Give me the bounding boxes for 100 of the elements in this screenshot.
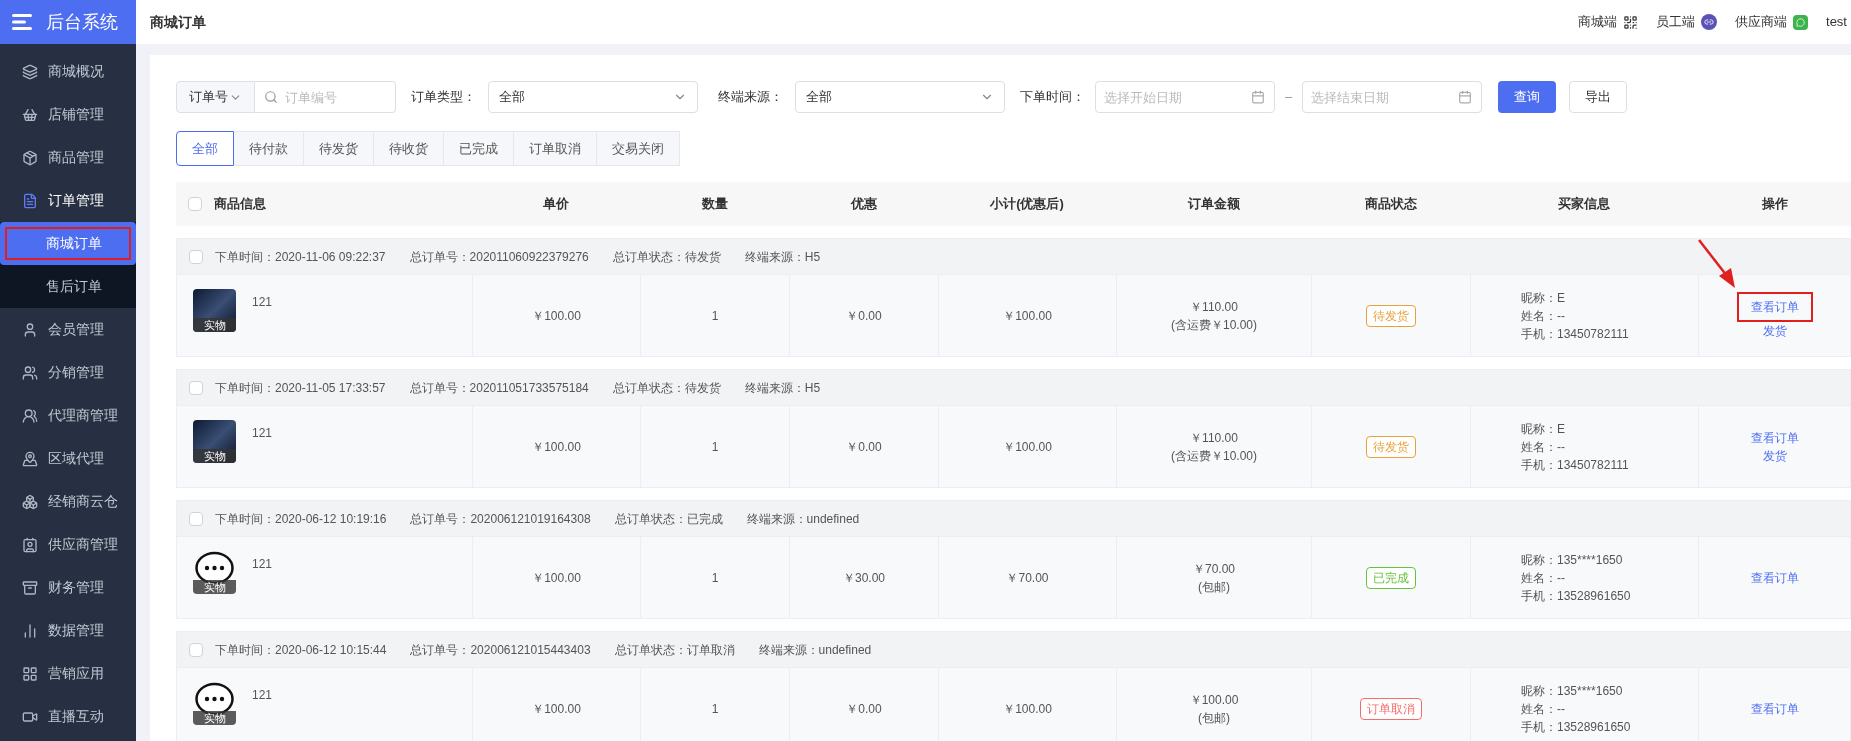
qr-code-icon: [1623, 14, 1639, 30]
discount: ￥0.00: [846, 438, 882, 456]
subtotal: ￥100.00: [1003, 307, 1052, 325]
order-meta: 下单时间：2020-11-05 17:33:57: [215, 379, 386, 397]
status-tag: 待发货: [1366, 304, 1416, 327]
shipping-note: (含运费￥10.00): [1171, 316, 1257, 334]
action-link[interactable]: 发货: [1762, 446, 1787, 465]
sidebar-item[interactable]: 订单管理: [0, 179, 136, 222]
buyer-info: 昵称：135****1650: [1521, 551, 1624, 569]
status-tab[interactable]: 全部: [176, 131, 234, 166]
status-tab[interactable]: 订单取消: [514, 131, 597, 166]
status-tab[interactable]: 已完成: [444, 131, 514, 166]
export-button[interactable]: 导出: [1569, 81, 1628, 113]
column-header: 买家信息: [1557, 195, 1611, 214]
status-tab[interactable]: 待收货: [374, 131, 444, 166]
order-meta: 终端来源：H5: [744, 248, 821, 266]
buyer-info: 昵称：135****1650: [1521, 682, 1624, 700]
product-type-badge: 实物: [193, 580, 236, 594]
start-date-field[interactable]: 选择开始日期: [1095, 81, 1275, 113]
checkbox[interactable]: [189, 380, 203, 395]
dropdown[interactable]: 全部: [795, 81, 1005, 113]
unit-price: ￥100.00: [532, 569, 581, 587]
sidebar-item[interactable]: 商品管理: [0, 136, 136, 179]
order-meta: 下单时间：2020-06-12 10:19:16: [215, 510, 387, 528]
quantity: 1: [711, 569, 719, 587]
user-name[interactable]: test: [1826, 12, 1851, 32]
checkbox[interactable]: [189, 249, 203, 264]
chat-icon: [1793, 14, 1809, 30]
filter-label: 下单时间：: [1020, 88, 1085, 107]
sidebar-item[interactable]: 区域代理: [0, 437, 136, 480]
sidebar-item[interactable]: 供应商管理: [0, 523, 136, 566]
order-meta: 下单时间：2020-06-12 10:15:44: [215, 641, 387, 659]
action-link[interactable]: 发货: [1762, 321, 1787, 340]
order-meta: 下单时间：2020-11-06 09:22:37: [215, 248, 386, 266]
sidebar-item[interactable]: 数据管理: [0, 609, 136, 652]
filter-label: 终端来源：: [718, 88, 783, 107]
boxes-icon: [22, 493, 38, 510]
sidebar-item[interactable]: 财务管理: [0, 566, 136, 609]
product-name: 121: [252, 294, 273, 311]
status-tab[interactable]: 待付款: [234, 131, 304, 166]
submenu-item[interactable]: 商城订单: [0, 222, 136, 265]
action-link[interactable]: 查看订单: [1750, 428, 1799, 447]
grid-icon: [22, 665, 38, 682]
layers-icon: [22, 63, 38, 80]
buyer-info: 姓名：--: [1521, 438, 1566, 456]
order-meta: 终端来源：H5: [744, 379, 821, 397]
sidebar-item[interactable]: 会员管理: [0, 308, 136, 351]
header-link[interactable]: 供应商端: [1735, 12, 1788, 32]
sidebar-item[interactable]: 分销管理: [0, 351, 136, 394]
page-title: 商城订单: [150, 12, 206, 32]
order-meta: 总订单状态：待发货: [612, 379, 721, 397]
order-meta: 总订单状态：订单取消: [614, 641, 735, 659]
sidebar-item[interactable]: 直播互动: [0, 695, 136, 738]
sidebar-item[interactable]: 营销应用: [0, 652, 136, 695]
order-total: ￥110.00: [1190, 298, 1238, 316]
end-date-field[interactable]: 选择结束日期: [1302, 81, 1483, 113]
sidebar-item[interactable]: 代理商管理: [0, 394, 136, 437]
filter-label: 订单类型：: [411, 88, 476, 107]
column-header: 单价: [542, 195, 570, 214]
checkbox[interactable]: [189, 511, 203, 526]
user-icon: [22, 321, 38, 338]
sidebar-item[interactable]: 商城概况: [0, 50, 136, 93]
link-icon: [1701, 14, 1718, 30]
sidebar-item[interactable]: 经销商云仓: [0, 480, 136, 523]
quantity: 1: [711, 438, 719, 456]
order-meta: 终端来源：undefined: [746, 510, 860, 528]
users-icon: [22, 364, 38, 381]
buyer-info: 姓名：--: [1521, 307, 1566, 325]
discount: ￥0.00: [846, 700, 882, 718]
product-name: 121: [252, 556, 273, 573]
contact-icon: [22, 536, 38, 553]
search-field[interactable]: 订单编号: [255, 81, 396, 113]
status-tab[interactable]: 交易关闭: [597, 131, 680, 166]
order-meta: 总订单号：202011051733575184: [409, 379, 589, 397]
shipping-note: (包邮): [1198, 578, 1230, 596]
status-tab[interactable]: 待发货: [304, 131, 374, 166]
header-link[interactable]: 员工端: [1656, 12, 1696, 32]
archive-icon: [22, 579, 38, 596]
order-meta: 终端来源：undefined: [758, 641, 872, 659]
checkbox[interactable]: [189, 642, 203, 657]
shipping-note: (含运费￥10.00): [1171, 447, 1257, 465]
checkbox[interactable]: [188, 197, 202, 211]
submenu-item[interactable]: 售后订单: [0, 265, 136, 308]
search-type-dropdown[interactable]: 订单号: [176, 81, 255, 113]
product-name: 121: [252, 425, 273, 442]
column-header: 操作: [1760, 195, 1789, 214]
sidebar-item[interactable]: 店铺管理: [0, 93, 136, 136]
column-header: 小计(优惠后): [989, 195, 1065, 214]
dropdown[interactable]: 全部: [488, 81, 698, 113]
status-tag: 订单取消: [1360, 697, 1422, 720]
box-icon: [22, 149, 38, 166]
column-header: 优惠: [849, 195, 878, 214]
action-link[interactable]: 查看订单: [1750, 568, 1799, 587]
query-button[interactable]: 查询: [1498, 81, 1557, 113]
action-link[interactable]: 查看订单: [1750, 699, 1799, 718]
header-link[interactable]: 商城端: [1578, 12, 1618, 32]
calendar-icon: [1458, 90, 1473, 104]
action-link[interactable]: 查看订单: [1736, 291, 1813, 322]
column-header: 订单金额: [1186, 195, 1241, 214]
menu-icon[interactable]: [12, 14, 34, 30]
